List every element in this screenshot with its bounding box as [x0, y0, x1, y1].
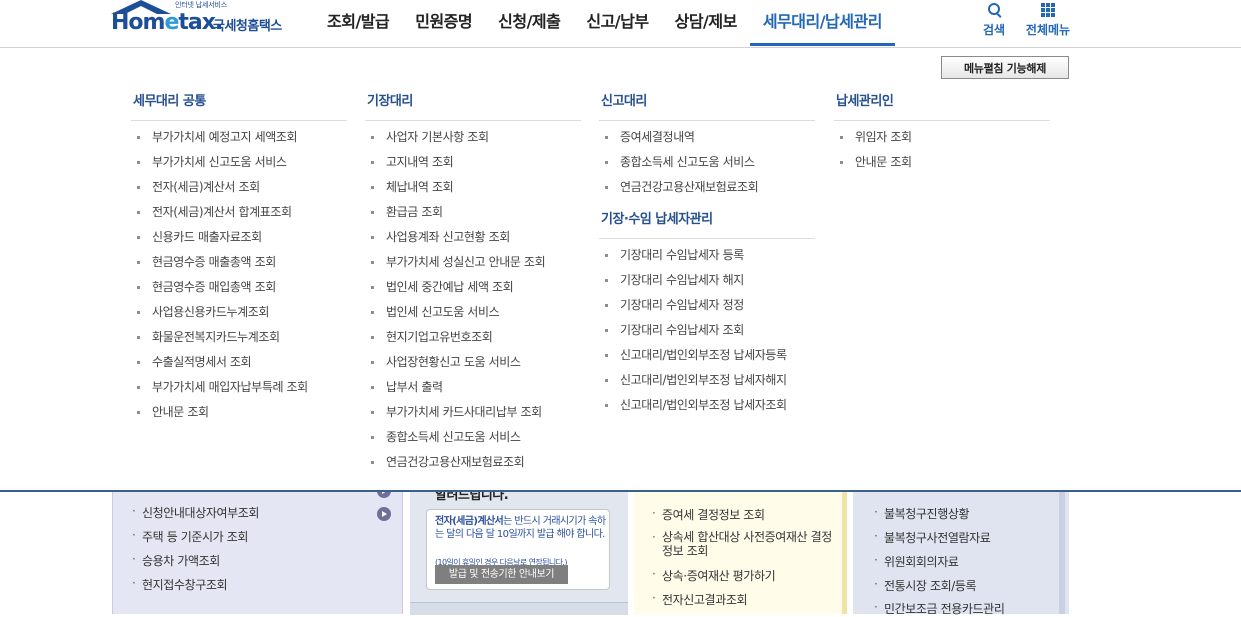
menu-item[interactable]: 종합소득세 신고도움 서비스	[365, 425, 581, 450]
issue-deadline-guide-button[interactable]: 발급 및 전송기한 안내보기	[435, 565, 568, 584]
notice-text: 전자(세금)계산서는 반드시 거래시기가 속하는 달의 다음 달 10일까지 발…	[435, 516, 606, 540]
menu-column: 신고대리증여세결정내역 종합소득세 신고도움 서비스 연금건강고용산재보험료조회기장…	[599, 93, 815, 418]
nav-item[interactable]: 민원증명	[402, 0, 485, 46]
menu-item[interactable]: 연금건강고용산재보험료조회	[365, 450, 581, 475]
menu-expand-disable-button[interactable]: 메뉴펼침 기능해제	[941, 56, 1069, 79]
menu-item[interactable]: 신고대리/법인외부조정 납세자해지	[599, 368, 815, 393]
menu-item[interactable]: 연금건강고용산재보험료조회	[599, 175, 815, 200]
list-item[interactable]: 신청안내대상자여부조회	[132, 504, 259, 521]
list-item[interactable]: 주택 등 기준시가 조회	[132, 528, 248, 545]
list-item[interactable]: 전통시장 조회/등록	[874, 577, 977, 594]
menu-item[interactable]: 기장대리 수임납세자 등록	[599, 243, 815, 268]
menu-item[interactable]: 전자(세금)계산서 조회	[131, 175, 347, 200]
menu-item[interactable]: 환급금 조회	[365, 200, 581, 225]
mega-menu-panel: 메뉴펼침 기능해제 세무대리 공통부가가치세 예정고지 세액조회 부가가치세 신고…	[0, 48, 1241, 492]
list-item[interactable]: 위원회회의자료	[874, 553, 959, 570]
hometax-logo[interactable]: 인터넷 납세서비스 Hometax. 국세청홈택스	[111, 0, 301, 46]
menu-item[interactable]: 사업용계좌 신고현황 조회	[365, 225, 581, 250]
header: 인터넷 납세서비스 Hometax. 국세청홈택스 조회/발급 민원증명 신청/제출…	[0, 0, 1241, 48]
menu-item[interactable]: 부가가치세 카드사대리납부 조회	[365, 400, 581, 425]
menu-item[interactable]: 증여세결정내역	[599, 125, 815, 150]
list-item[interactable]: 불복청구진행상황	[874, 505, 970, 522]
all-menu-label: 전체메뉴	[1025, 23, 1071, 37]
list-item[interactable]: 불복청구사전열람자료	[874, 529, 991, 546]
list-item[interactable]: 전자신고결과조회	[652, 591, 748, 608]
menu-item[interactable]: 안내문 조회	[131, 400, 347, 425]
all-menu-button[interactable]: 전체메뉴	[1020, 0, 1076, 46]
menu-item[interactable]: 법인세 중간예납 세액 조회	[365, 275, 581, 300]
search-label: 검색	[982, 23, 1006, 37]
menu-item[interactable]: 사업장현황신고 도움 서비스	[365, 350, 581, 375]
menu-group-title[interactable]: 신고대리	[599, 93, 815, 121]
nav-item[interactable]: 신청/제출	[485, 0, 573, 46]
menu-item[interactable]: 현금영수증 매입총액 조회	[131, 275, 347, 300]
menu-item[interactable]: 위임자 조회	[834, 125, 1050, 150]
list-item[interactable]: 상속세 합산대상 사전증여재산 결정정보 조회	[652, 530, 832, 558]
menu-group-title[interactable]: 납세관리인	[834, 93, 1050, 121]
logo-tagline: 인터넷 납세서비스	[175, 1, 227, 9]
menu-item[interactable]: 수출실적명세서 조회	[131, 350, 347, 375]
logo-wordmark: Hometax.	[111, 10, 223, 35]
list-item[interactable]: 증여세 결정정보 조회	[652, 506, 765, 523]
menu-item[interactable]: 체납내역 조회	[365, 175, 581, 200]
list-item[interactable]: 현지접수창구조회	[132, 576, 228, 593]
scrollbar[interactable]	[1059, 490, 1065, 614]
notice-panel: 알려드립니다. 전자(세금)계산서는 반드시 거래시기가 속하는 달의 다음 달…	[410, 488, 628, 615]
menu-item[interactable]: 부가가치세 매입자납부특례 조회	[131, 375, 347, 400]
menu-item[interactable]: 화물운전복지카드누계조회	[131, 325, 347, 350]
menu-item[interactable]: 사업용신용카드누계조회	[131, 300, 347, 325]
grid-menu-icon	[1041, 3, 1055, 17]
nav-item[interactable]: 조회/발급	[314, 0, 402, 46]
menu-group-title[interactable]: 기장대리	[365, 93, 581, 121]
list-item[interactable]: 상속·증여재산 평가하기	[652, 567, 776, 584]
menu-item[interactable]: 신용카드 매출자료조회	[131, 225, 347, 250]
menu-column: 기장대리사업자 기본사항 조회 고지내역 조회 체납내역 조회 환급금 조회 사업용계좌…	[365, 93, 581, 475]
menu-item[interactable]: 기장대리 수임납세자 해지	[599, 268, 815, 293]
service-panel-1: 신청안내대상자여부조회주택 등 기준시가 조회승용차 가액조회현지접수창구조회	[112, 484, 403, 614]
menu-group-title[interactable]: 세무대리 공통	[131, 93, 347, 121]
list-item[interactable]: 승용차 가액조회	[132, 552, 220, 569]
menu-item[interactable]: 안내문 조회	[834, 150, 1050, 175]
main-nav: 조회/발급 민원증명 신청/제출 신고/납부 상담/제보 세무대리/납세관리	[314, 0, 896, 46]
menu-item[interactable]: 현지기업고유번호조회	[365, 325, 581, 350]
menu-item[interactable]: 부가가치세 예정고지 세액조회	[131, 125, 347, 150]
menu-item[interactable]: 법인세 신고도움 서비스	[365, 300, 581, 325]
menu-item[interactable]: 신고대리/법인외부조정 납세자조회	[599, 393, 815, 418]
menu-item[interactable]: 사업자 기본사항 조회	[365, 125, 581, 150]
menu-item[interactable]: 고지내역 조회	[365, 150, 581, 175]
search-icon	[988, 3, 1000, 15]
menu-item[interactable]: 전자(세금)계산서 합계표조회	[131, 200, 347, 225]
menu-group-title[interactable]: 기장·수임 납세자관리	[599, 211, 815, 239]
service-panel-3: 증여세 결정정보 조회상속세 합산대상 사전증여재산 결정정보 조회상속·증여재…	[634, 490, 847, 614]
menu-item[interactable]: 납부서 출력	[365, 375, 581, 400]
menu-item[interactable]: 부가가치세 신고도움 서비스	[131, 150, 347, 175]
menu-item[interactable]: 신고대리/법인외부조정 납세자등록	[599, 343, 815, 368]
menu-item[interactable]: 기장대리 수임납세자 조회	[599, 318, 815, 343]
logo-korean-name: 국세청홈택스	[213, 19, 282, 34]
menu-item[interactable]: 현금영수증 매출총액 조회	[131, 250, 347, 275]
menu-column: 납세관리인위임자 조회 안내문 조회	[834, 93, 1050, 175]
nav-item[interactable]: 신고/납부	[573, 0, 661, 46]
page-content: 신청안내대상자여부조회주택 등 기준시가 조회승용차 가액조회현지접수창구조회 …	[0, 484, 1241, 617]
nav-item[interactable]: 세무대리/납세관리	[749, 0, 896, 46]
service-panel-4: 불복청구진행상황불복청구사전열람자료위원회회의자료전통시장 조회/등록민간보조금…	[853, 490, 1069, 617]
menu-item[interactable]: 종합소득세 신고도움 서비스	[599, 150, 815, 175]
menu-column: 세무대리 공통 부가가치세 예정고지 세액조회 부가가치세 신고도움 서비스 전자(세…	[131, 93, 347, 425]
nav-item[interactable]: 상담/제보	[662, 0, 750, 46]
menu-item[interactable]: 부가가치세 성실신고 안내문 조회	[365, 250, 581, 275]
list-item[interactable]: 민간보조금 전용카드관리	[874, 600, 1005, 617]
menu-item[interactable]: 기장대리 수임납세자 정정	[599, 293, 815, 318]
arrow-circle-icon[interactable]	[377, 507, 391, 521]
search-button[interactable]: 검색	[975, 0, 1013, 46]
